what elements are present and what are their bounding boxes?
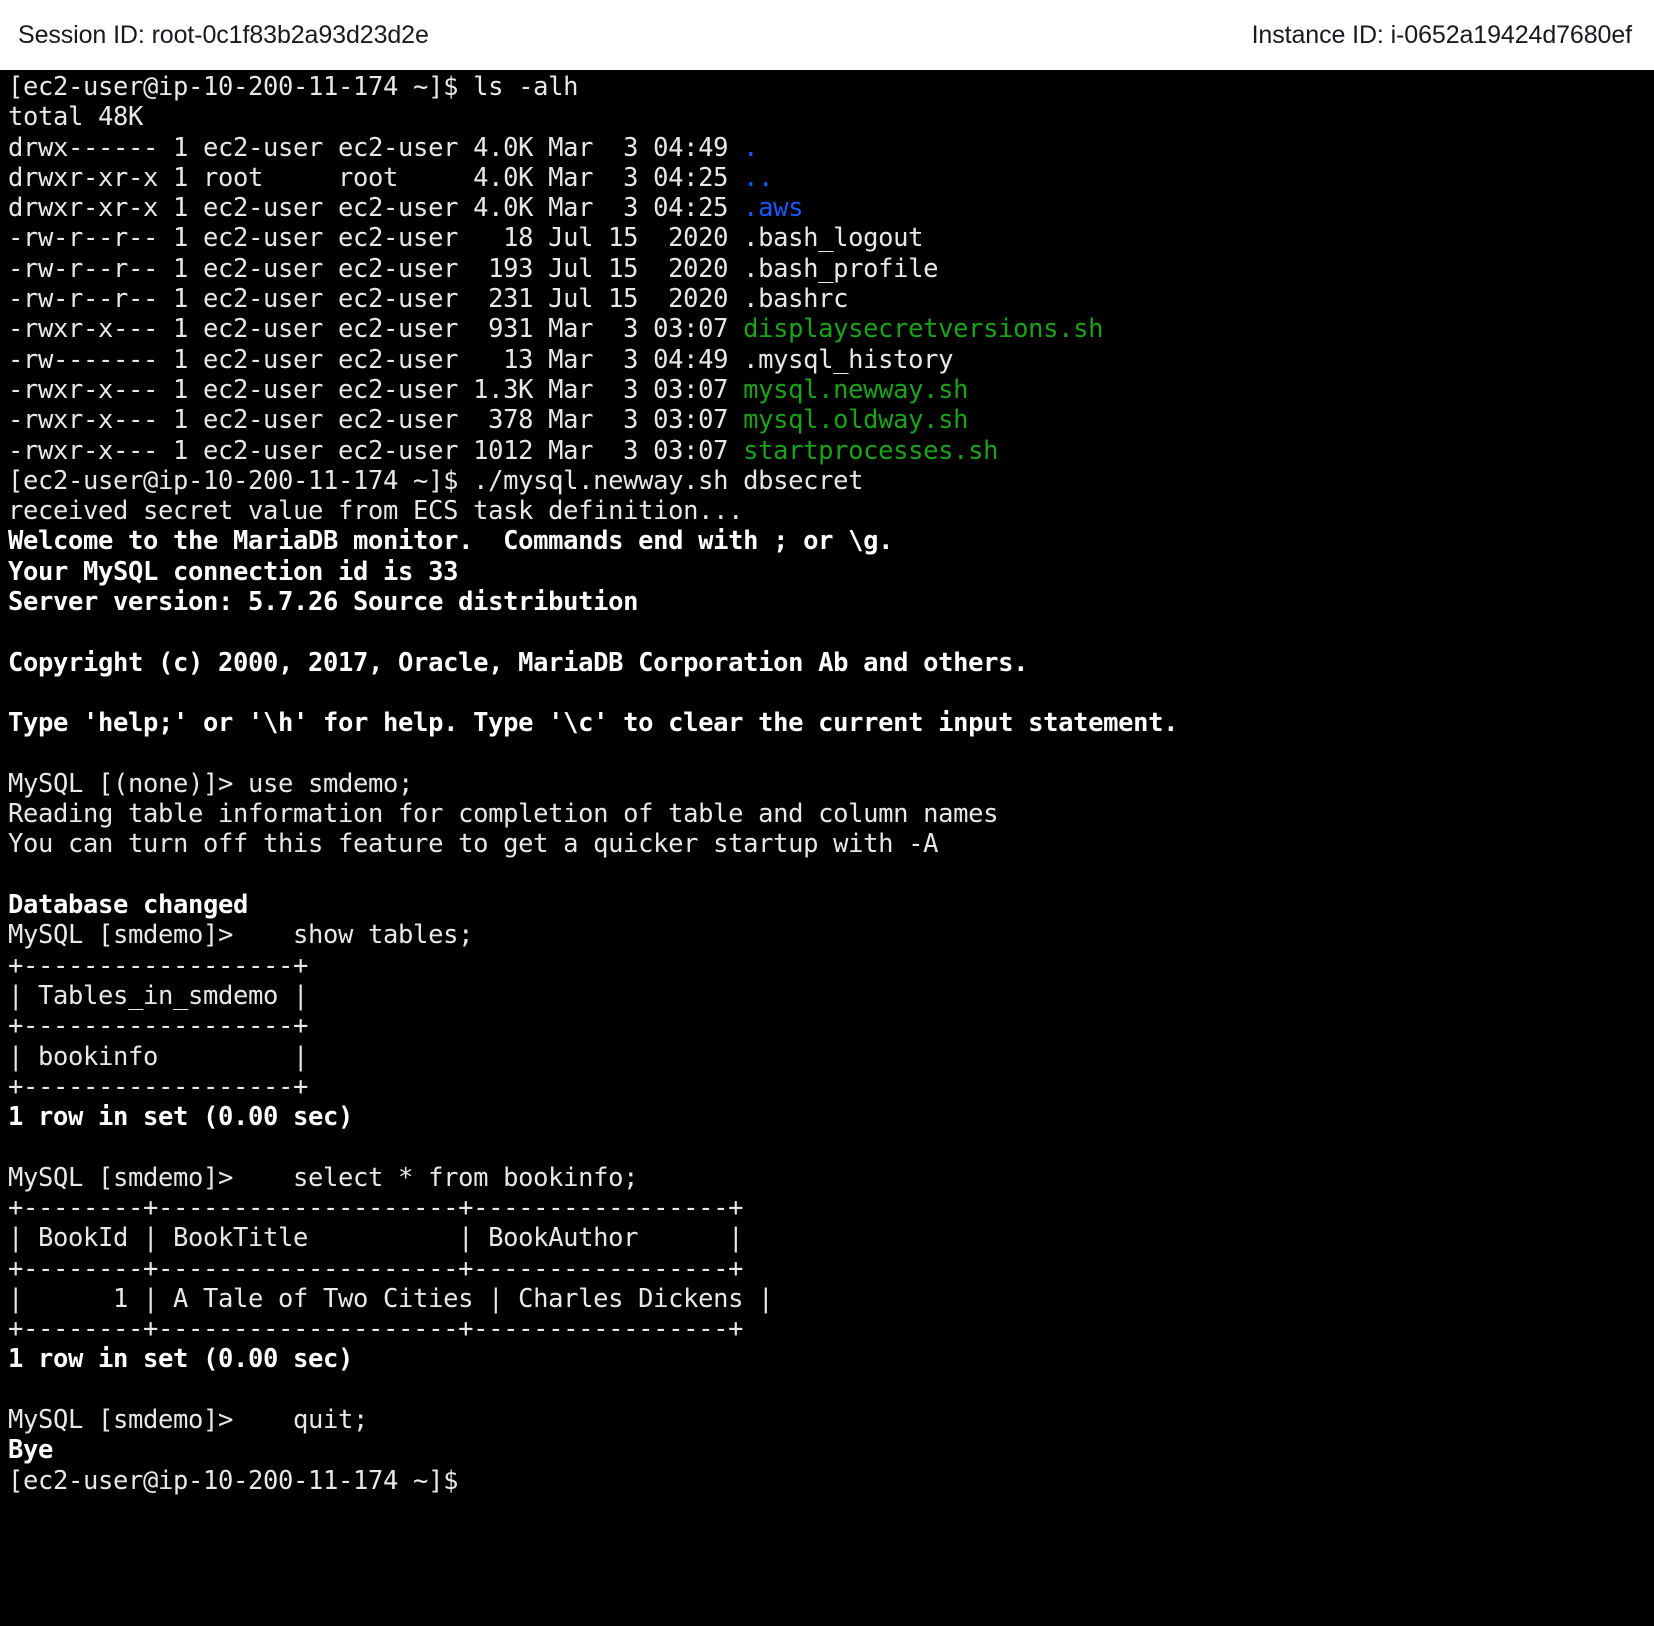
file-name-plain: .bash_profile <box>743 253 939 284</box>
file-listing-row: -rwxr-x--- 1 ec2-user ec2-user 378 Mar 3… <box>8 405 1654 435</box>
file-name-exec: mysql.newway.sh <box>743 374 969 405</box>
terminal-line: +------------------+ <box>8 1071 309 1102</box>
file-meta: drwxr-xr-x 1 ec2-user ec2-user 4.0K Mar … <box>8 193 744 224</box>
terminal-line: 1 row in set (0.00 sec) <box>8 1102 354 1133</box>
file-name-plain: .bashrc <box>743 284 849 315</box>
terminal-line: Server version: 5.7.26 Source distributi… <box>8 587 639 618</box>
file-meta: drwx------ 1 ec2-user ec2-user 4.0K Mar … <box>8 132 744 163</box>
file-meta: drwxr-xr-x 1 root root 4.0K Mar 3 04:25 <box>8 162 744 193</box>
file-meta: -rwxr-x--- 1 ec2-user ec2-user 1.3K Mar … <box>8 374 744 405</box>
instance-id-label: Instance ID: i-0652a19424d7680ef <box>1251 20 1633 49</box>
terminal-line: | Tables_in_smdemo | <box>8 980 309 1011</box>
file-meta: -rwxr-x--- 1 ec2-user ec2-user 1012 Mar … <box>8 435 744 466</box>
session-header-bar: Session ID: root-0c1f83b2a93d23d2e Insta… <box>0 0 1654 70</box>
terminal-line: [ec2-user@ip-10-200-11-174 ~]$ ./mysql.n… <box>8 465 864 496</box>
session-id-label: Session ID: root-0c1f83b2a93d23d2e <box>18 20 429 49</box>
file-name-exec: startprocesses.sh <box>743 435 999 466</box>
terminal-line: +--------+--------------------+---------… <box>8 1253 744 1284</box>
terminal-line: Welcome to the MariaDB monitor. Commands… <box>8 526 894 557</box>
file-listing-row: -rw------- 1 ec2-user ec2-user 13 Mar 3 … <box>8 345 1654 375</box>
file-meta: -rwxr-x--- 1 ec2-user ec2-user 931 Mar 3… <box>8 314 744 345</box>
terminal-line: +--------+--------------------+---------… <box>8 1192 744 1223</box>
file-meta: -rw-r--r-- 1 ec2-user ec2-user 18 Jul 15… <box>8 223 744 254</box>
file-listing-row: -rw-r--r-- 1 ec2-user ec2-user 193 Jul 1… <box>8 254 1654 284</box>
terminal-line: Your MySQL connection id is 33 <box>8 556 459 587</box>
terminal-line: received secret value from ECS task defi… <box>8 496 744 527</box>
file-listing-row: -rwxr-x--- 1 ec2-user ec2-user 1.3K Mar … <box>8 375 1654 405</box>
terminal-line: MySQL [(none)]> use smdemo; <box>8 768 414 799</box>
terminal-line: Bye <box>8 1435 54 1466</box>
file-meta: -rw------- 1 ec2-user ec2-user 13 Mar 3 … <box>8 344 744 375</box>
terminal-line: | 1 | A Tale of Two Cities | Charles Dic… <box>8 1283 774 1314</box>
file-meta: -rwxr-x--- 1 ec2-user ec2-user 378 Mar 3… <box>8 405 744 436</box>
file-name-dir: .aws <box>743 193 804 224</box>
file-listing-row: drwx------ 1 ec2-user ec2-user 4.0K Mar … <box>8 133 1654 163</box>
terminal-line: Type 'help;' or '\h' for help. Type '\c'… <box>8 708 1179 739</box>
terminal-line: +------------------+ <box>8 1011 309 1042</box>
terminal-line: total 48K <box>8 102 144 133</box>
file-name-plain: .bash_logout <box>743 223 924 254</box>
file-listing-row: -rwxr-x--- 1 ec2-user ec2-user 931 Mar 3… <box>8 314 1654 344</box>
file-listing-row: drwxr-xr-x 1 ec2-user ec2-user 4.0K Mar … <box>8 193 1654 223</box>
file-name-exec: mysql.oldway.sh <box>743 405 969 436</box>
terminal-line: +------------------+ <box>8 950 309 981</box>
file-name-dir: . <box>743 132 759 163</box>
terminal-line: +--------+--------------------+---------… <box>8 1314 744 1345</box>
terminal-line: | BookId | BookTitle | BookAuthor | <box>8 1223 744 1254</box>
file-listing-row: -rwxr-x--- 1 ec2-user ec2-user 1012 Mar … <box>8 436 1654 466</box>
terminal-line: | bookinfo | <box>8 1041 309 1072</box>
file-name-dir: .. <box>743 162 774 193</box>
file-meta: -rw-r--r-- 1 ec2-user ec2-user 231 Jul 1… <box>8 284 744 315</box>
file-listing-row: -rw-r--r-- 1 ec2-user ec2-user 231 Jul 1… <box>8 284 1654 314</box>
terminal-line: Copyright (c) 2000, 2017, Oracle, MariaD… <box>8 647 1029 678</box>
terminal-line: Reading table information for completion… <box>8 799 999 830</box>
file-name-plain: .mysql_history <box>743 344 954 375</box>
file-listing-row: drwxr-xr-x 1 root root 4.0K Mar 3 04:25 … <box>8 163 1654 193</box>
terminal-line: MySQL [smdemo]> quit; <box>8 1405 369 1436</box>
terminal-output[interactable]: [ec2-user@ip-10-200-11-174 ~]$ ls -alh to… <box>0 70 1654 1626</box>
terminal-line: [ec2-user@ip-10-200-11-174 ~]$ ls -alh <box>8 72 579 102</box>
terminal-line: [ec2-user@ip-10-200-11-174 ~]$ <box>8 1465 459 1496</box>
terminal-line: MySQL [smdemo]> show tables; <box>8 920 474 951</box>
file-meta: -rw-r--r-- 1 ec2-user ec2-user 193 Jul 1… <box>8 253 744 284</box>
terminal-line: Database changed <box>8 890 249 921</box>
terminal-line: You can turn off this feature to get a q… <box>8 829 939 860</box>
file-listing-row: -rw-r--r-- 1 ec2-user ec2-user 18 Jul 15… <box>8 223 1654 253</box>
terminal-line: MySQL [smdemo]> select * from bookinfo; <box>8 1162 639 1193</box>
terminal-line: 1 row in set (0.00 sec) <box>8 1344 354 1375</box>
file-name-exec: displaysecretversions.sh <box>743 314 1104 345</box>
